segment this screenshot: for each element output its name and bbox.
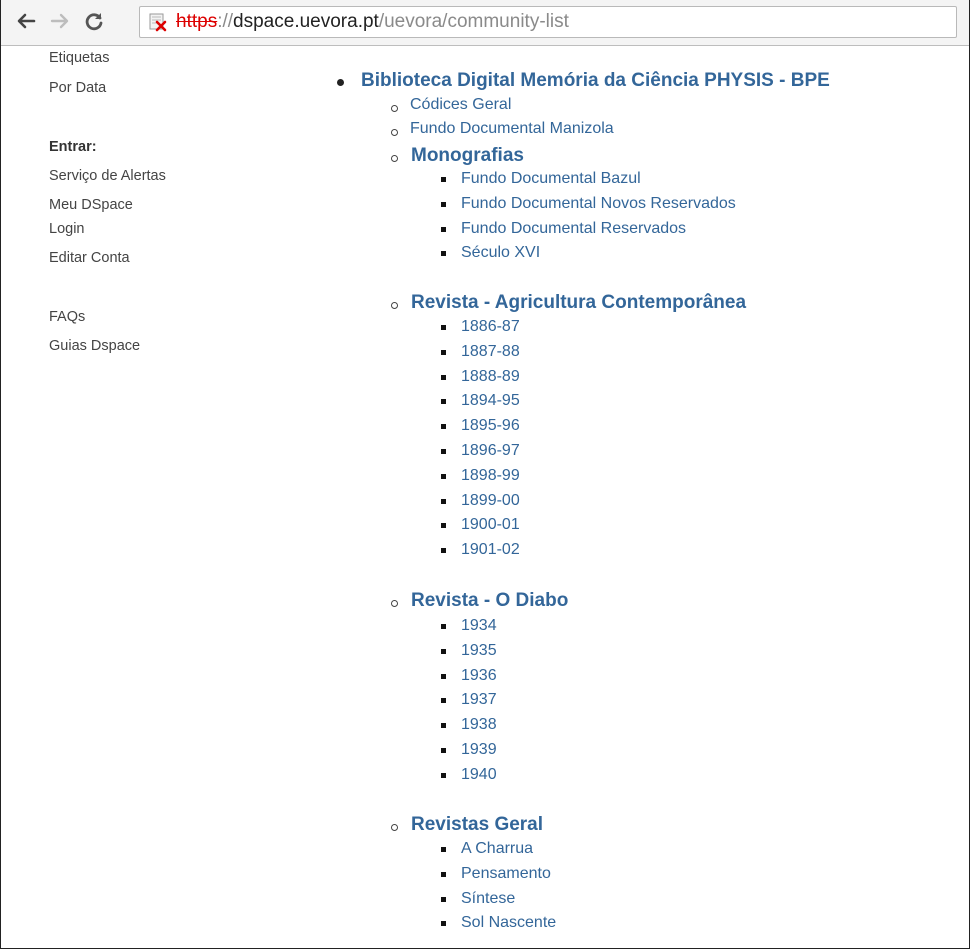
list-bullet-circle — [391, 155, 398, 162]
sidebar-link-servico-alertas[interactable]: Serviço de Alertas — [49, 168, 166, 184]
list-bullet-square — [441, 723, 446, 728]
list-bullet-square — [441, 350, 446, 355]
collection-link-1935[interactable]: 1935 — [461, 642, 497, 660]
collection-link-sol-nascente[interactable]: Sol Nascente — [461, 914, 556, 932]
collection-link-codices-geral[interactable]: Códices Geral — [410, 96, 511, 114]
list-bullet-square — [441, 177, 446, 182]
list-bullet-square — [441, 399, 446, 404]
forward-button[interactable] — [47, 8, 73, 34]
list-bullet-circle — [391, 600, 398, 607]
list-bullet-square — [441, 325, 446, 330]
url-scheme: https — [176, 11, 218, 32]
back-arrow-icon — [17, 13, 36, 29]
sidebar-login-heading: Entrar: — [49, 139, 97, 155]
collection-link-1886-87[interactable]: 1886-87 — [461, 318, 520, 336]
reload-button[interactable] — [81, 8, 107, 34]
collection-link-pensamento[interactable]: Pensamento — [461, 865, 551, 883]
collection-link-1887-88[interactable]: 1887-88 — [461, 343, 520, 361]
collection-link-fundo-documental-manizola[interactable]: Fundo Documental Manizola — [410, 120, 614, 138]
sidebar-link-login[interactable]: Login — [49, 221, 84, 237]
list-bullet-square — [441, 698, 446, 703]
sidebar-link-faqs[interactable]: FAQs — [49, 309, 85, 325]
collection-link-1898-99[interactable]: 1898-99 — [461, 467, 520, 485]
collection-link-1938[interactable]: 1938 — [461, 716, 497, 734]
sidebar-link-meu-dspace[interactable]: Meu DSpace — [49, 197, 133, 213]
collection-link-1901-02[interactable]: 1901-02 — [461, 541, 520, 559]
list-bullet-square — [441, 548, 446, 553]
url-separator: :// — [217, 11, 234, 32]
list-bullet-square — [441, 897, 446, 902]
list-bullet-square — [441, 474, 446, 479]
collection-link-1896-97[interactable]: 1896-97 — [461, 442, 520, 460]
list-bullet-square — [441, 921, 446, 926]
list-bullet-circle — [391, 824, 398, 831]
sidebar-link-etiquetas[interactable]: Etiquetas — [49, 50, 109, 66]
collection-link-fundo-documental-bazul[interactable]: Fundo Documental Bazul — [461, 170, 641, 188]
list-bullet-square — [441, 449, 446, 454]
collection-link-1894-95[interactable]: 1894-95 — [461, 392, 520, 410]
list-bullet-circle — [391, 302, 398, 309]
list-bullet-square — [441, 872, 446, 877]
forward-arrow-icon — [50, 13, 69, 29]
list-bullet-square — [441, 847, 446, 852]
list-bullet-square — [441, 251, 446, 256]
community-title-link[interactable]: Biblioteca Digital Memória da Ciência PH… — [361, 70, 830, 92]
subcommunity-link-monografias[interactable]: Monografias — [411, 145, 524, 167]
list-bullet-square — [441, 674, 446, 679]
collection-link-fundo-documental-novos-reservados[interactable]: Fundo Documental Novos Reservados — [461, 195, 736, 213]
collection-link-1899-00[interactable]: 1899-00 — [461, 492, 520, 510]
list-bullet-square — [441, 499, 446, 504]
list-bullet-circle — [391, 129, 398, 136]
collection-link-1936[interactable]: 1936 — [461, 667, 497, 685]
list-bullet-circle — [391, 105, 398, 112]
list-bullet-square — [441, 624, 446, 629]
list-bullet-square — [441, 424, 446, 429]
url-host: dspace.uevora.pt — [233, 11, 379, 32]
collection-link-fundo-documental-reservados[interactable]: Fundo Documental Reservados — [461, 220, 686, 238]
collection-link-1895-96[interactable]: 1895-96 — [461, 417, 520, 435]
list-bullet-square — [441, 202, 446, 207]
list-bullet-square — [441, 649, 446, 654]
reload-icon — [85, 13, 103, 31]
collection-link-1937[interactable]: 1937 — [461, 691, 497, 709]
url-path: /uevora/community-list — [378, 11, 569, 32]
collection-link-1940[interactable]: 1940 — [461, 766, 497, 784]
sidebar-link-guias-dspace[interactable]: Guias Dspace — [49, 338, 140, 354]
list-bullet-square — [441, 523, 446, 528]
list-bullet-square — [441, 748, 446, 753]
insecure-https-icon — [148, 11, 170, 33]
collection-link-1888-89[interactable]: 1888-89 — [461, 368, 520, 386]
collection-link-1939[interactable]: 1939 — [461, 741, 497, 759]
address-bar[interactable]: https://dspace.uevora.pt/uevora/communit… — [139, 6, 957, 38]
subcommunity-link-revistas-geral[interactable]: Revistas Geral — [411, 814, 543, 836]
browser-toolbar: https://dspace.uevora.pt/uevora/communit… — [1, 0, 969, 46]
collection-link-a-charrua[interactable]: A Charrua — [461, 840, 533, 858]
list-bullet-square — [441, 375, 446, 380]
collection-link-sintese[interactable]: Síntese — [461, 890, 515, 908]
sidebar-link-por-data[interactable]: Por Data — [49, 80, 106, 96]
browser-window: https://dspace.uevora.pt/uevora/communit… — [0, 0, 970, 949]
collection-link-1900-01[interactable]: 1900-01 — [461, 516, 520, 534]
list-bullet-disc — [337, 79, 344, 86]
list-bullet-square — [441, 773, 446, 778]
sidebar-link-editar-conta[interactable]: Editar Conta — [49, 250, 130, 266]
back-button[interactable] — [13, 8, 39, 34]
list-bullet-square — [441, 227, 446, 232]
collection-link-1934[interactable]: 1934 — [461, 617, 497, 635]
url-text: https://dspace.uevora.pt/uevora/communit… — [176, 11, 569, 33]
collection-link-seculo-xvi[interactable]: Século XVI — [461, 244, 540, 262]
subcommunity-link-revista-o-diabo[interactable]: Revista - O Diabo — [411, 590, 568, 612]
subcommunity-link-revista-agricultura-contemporanea[interactable]: Revista - Agricultura Contemporânea — [411, 292, 746, 314]
